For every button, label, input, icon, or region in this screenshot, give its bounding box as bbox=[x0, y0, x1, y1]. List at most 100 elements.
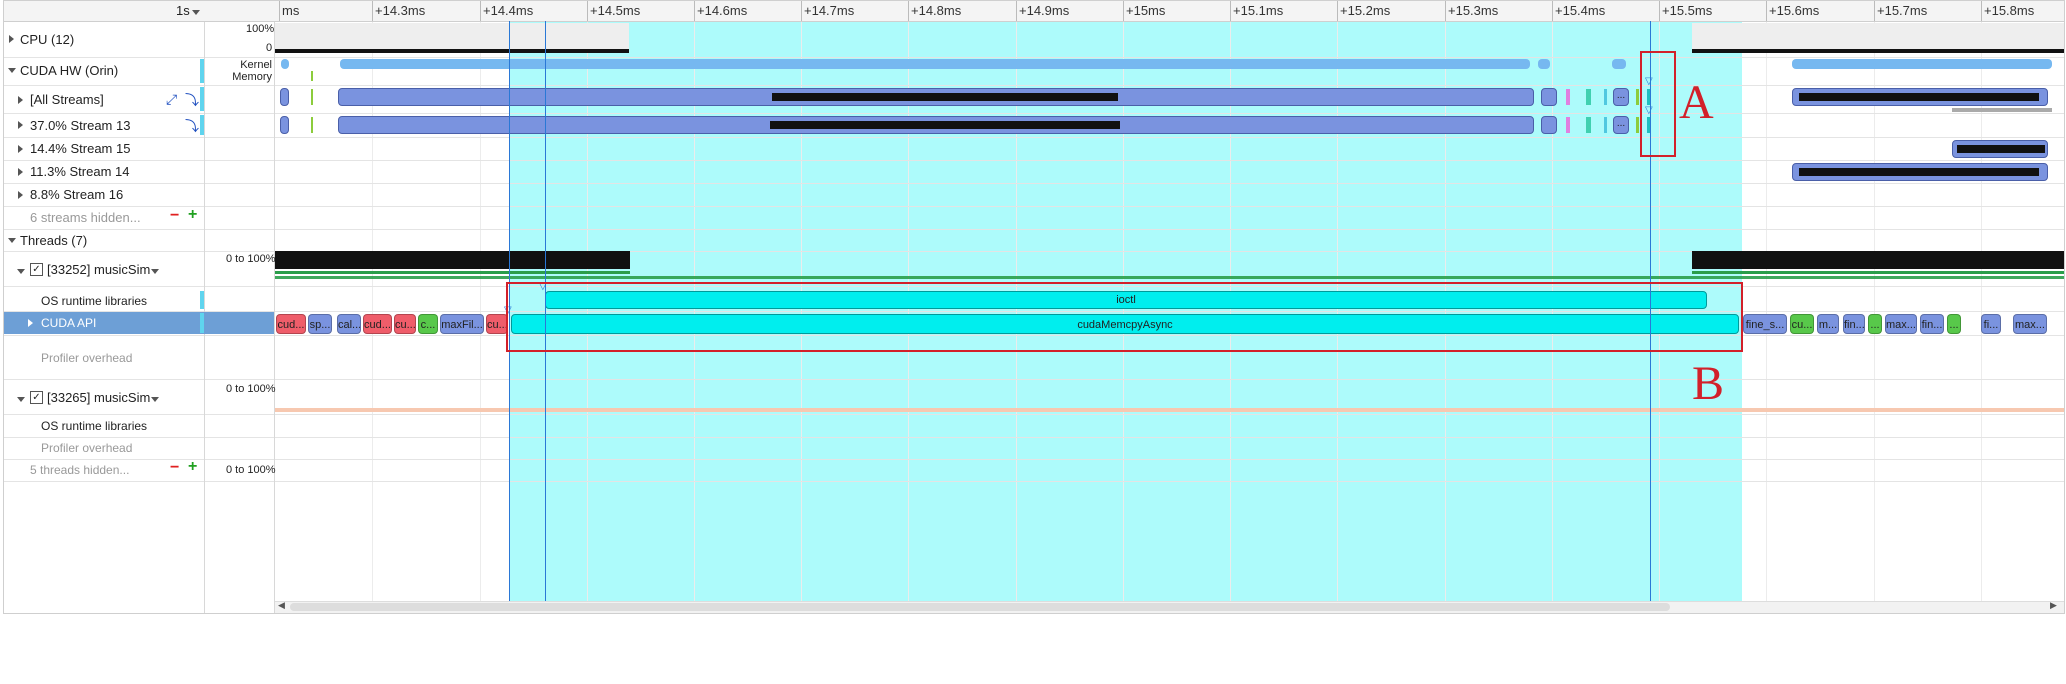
jump-arrow-icon[interactable]: ⤵ bbox=[185, 90, 199, 110]
cuda-api-call[interactable]: m... bbox=[1817, 314, 1839, 334]
tick-label: +15.5ms bbox=[1662, 3, 1713, 18]
expand-arrows-icon[interactable]: ⤢ bbox=[166, 91, 177, 108]
tick-label: +14.3ms bbox=[375, 3, 426, 18]
ruler-ticks: ms +14.3ms +14.4ms +14.5ms +14.6ms +14.7… bbox=[279, 1, 2064, 21]
annotation-box-a bbox=[1640, 51, 1676, 157]
row-cpu[interactable]: CPU (12) bbox=[20, 32, 74, 47]
tick-label: +14.4ms bbox=[483, 3, 534, 18]
row-threads[interactable]: Threads (7) bbox=[20, 233, 87, 248]
tick-label: +15.6ms bbox=[1769, 3, 1820, 18]
expand-stream13-icon[interactable] bbox=[18, 121, 23, 129]
kernel-memory-bar[interactable] bbox=[1612, 59, 1626, 69]
redacted-kernel-name bbox=[772, 93, 1118, 101]
jump-arrow-icon[interactable]: ⤵ bbox=[185, 116, 199, 136]
expand-cpu-icon[interactable] bbox=[9, 35, 14, 43]
tick-label: +14.7ms bbox=[804, 3, 855, 18]
cuda-api-call[interactable]: c... bbox=[418, 314, 438, 334]
annotation-box-b bbox=[506, 282, 1743, 352]
cuda-api-call[interactable]: cud... bbox=[276, 314, 306, 334]
row-stream15[interactable]: 14.4% Stream 15 bbox=[30, 141, 130, 156]
thread1-checkbox[interactable]: ✓ bbox=[30, 263, 43, 276]
expand-cuda-api-icon[interactable] bbox=[28, 319, 33, 327]
expand-stream15-icon[interactable] bbox=[18, 145, 23, 153]
hide-row-button[interactable]: − bbox=[170, 207, 179, 225]
cuda-api-call[interactable]: maxFil... bbox=[440, 314, 484, 334]
show-thread-button[interactable]: + bbox=[188, 458, 197, 476]
cuda-api-call[interactable]: ... bbox=[1868, 314, 1882, 334]
thread1-scale: 0 to 100% bbox=[226, 253, 276, 265]
cuda-api-call[interactable]: fi... bbox=[1981, 314, 2001, 334]
timeline-view: 1s ms +14.3ms +14.4ms +14.5ms +14.6ms +1… bbox=[3, 0, 2065, 614]
cuda-api-call[interactable]: max... bbox=[2013, 314, 2047, 334]
scroll-right-icon[interactable]: ▶ bbox=[2050, 600, 2057, 611]
kernel-bar[interactable] bbox=[280, 88, 289, 106]
thread1-menu-icon[interactable] bbox=[151, 269, 159, 274]
tick-label: +15.7ms bbox=[1877, 3, 1928, 18]
thread2-menu-icon[interactable] bbox=[151, 397, 159, 402]
kernel-bar[interactable] bbox=[280, 116, 289, 134]
row-thread1[interactable]: [33252] musicSim bbox=[47, 262, 150, 277]
kernel-memory-bar[interactable] bbox=[1538, 59, 1550, 69]
expand-stream14-icon[interactable] bbox=[18, 168, 23, 176]
row-thread2[interactable]: [33265] musicSim bbox=[47, 390, 150, 405]
row-os-runtime[interactable]: OS runtime libraries bbox=[41, 294, 147, 308]
redacted-kernel-name bbox=[770, 121, 1120, 129]
tick-label: +15.2ms bbox=[1340, 3, 1391, 18]
cuda-api-call[interactable]: sp... bbox=[308, 314, 332, 334]
cuda-api-call[interactable]: fin... bbox=[1920, 314, 1944, 334]
scale-dropdown-icon[interactable] bbox=[192, 10, 200, 15]
redacted-kernel-name bbox=[1799, 168, 2039, 176]
row-stream16[interactable]: 8.8% Stream 16 bbox=[30, 187, 123, 202]
tick-label: +15.3ms bbox=[1448, 3, 1499, 18]
kernel-bar[interactable] bbox=[1541, 88, 1557, 106]
kernel-memory-bar[interactable] bbox=[1792, 59, 2052, 69]
annotation-label-b: B bbox=[1692, 357, 1725, 410]
kernel-bar[interactable] bbox=[1541, 116, 1557, 134]
tick-label: +15.8ms bbox=[1984, 3, 2035, 18]
row-profiler-overhead[interactable]: Profiler overhead bbox=[41, 351, 132, 365]
thread2-scale: 0 to 100% bbox=[226, 383, 276, 395]
row-stream13[interactable]: 37.0% Stream 13 bbox=[30, 118, 130, 133]
kernel-bar[interactable]: ... bbox=[1613, 116, 1629, 134]
cuda-api-call[interactable]: fin... bbox=[1843, 314, 1865, 334]
cpu-scale-bottom: 0 bbox=[266, 42, 273, 54]
cuda-api-call[interactable]: cal... bbox=[337, 314, 361, 334]
row-cuda-hw[interactable]: CUDA HW (Orin) bbox=[20, 63, 118, 78]
kernel-memory-label: Kernel Memory bbox=[232, 59, 272, 83]
thread2-checkbox[interactable]: ✓ bbox=[30, 391, 43, 404]
thread-cpu-usage bbox=[275, 251, 630, 269]
cuda-api-call[interactable]: max... bbox=[1885, 314, 1917, 334]
row-cuda-api[interactable]: CUDA API bbox=[41, 316, 96, 330]
threads-hidden-scale: 0 to 100% bbox=[226, 464, 276, 476]
hide-thread-button[interactable]: − bbox=[170, 459, 179, 477]
row-profiler-overhead-2[interactable]: Profiler overhead bbox=[41, 441, 132, 455]
cuda-api-call[interactable]: ... bbox=[1947, 314, 1961, 334]
row-os-runtime-2[interactable]: OS runtime libraries bbox=[41, 419, 147, 433]
tick-label: +15.1ms bbox=[1233, 3, 1284, 18]
row-all-streams[interactable]: [All Streams] bbox=[30, 92, 104, 107]
collapse-threads-icon[interactable] bbox=[8, 238, 16, 243]
scale-label: 1s bbox=[176, 3, 190, 18]
cuda-api-call[interactable]: cu... bbox=[394, 314, 416, 334]
scrollbar-thumb[interactable] bbox=[290, 603, 1670, 611]
cuda-api-call[interactable]: fine_s... bbox=[1743, 314, 1787, 334]
expand-all-streams-icon[interactable] bbox=[18, 96, 23, 104]
kernel-bar[interactable]: ... bbox=[1613, 88, 1629, 106]
kernel-memory-bar[interactable] bbox=[281, 59, 289, 69]
cuda-api-call[interactable]: cud... bbox=[363, 314, 392, 334]
show-row-button[interactable]: + bbox=[188, 206, 197, 224]
collapse-cuda-hw-icon[interactable] bbox=[8, 68, 16, 73]
cuda-api-call[interactable]: cu... bbox=[486, 314, 508, 334]
threads-hidden-label[interactable]: 5 threads hidden... bbox=[30, 463, 129, 477]
collapse-thread1-icon[interactable] bbox=[17, 269, 25, 274]
tick-label: +14.8ms bbox=[911, 3, 962, 18]
expand-stream16-icon[interactable] bbox=[18, 191, 23, 199]
tick-label: +14.9ms bbox=[1019, 3, 1070, 18]
streams-hidden-label[interactable]: 6 streams hidden... bbox=[30, 210, 141, 225]
tick-label: +14.5ms bbox=[590, 3, 641, 18]
row-stream14[interactable]: 11.3% Stream 14 bbox=[30, 164, 129, 179]
collapse-thread2-icon[interactable] bbox=[17, 397, 25, 402]
scroll-left-icon[interactable]: ◀ bbox=[278, 600, 285, 611]
kernel-memory-bar[interactable] bbox=[340, 59, 1530, 69]
cuda-api-call[interactable]: cu... bbox=[1790, 314, 1814, 334]
